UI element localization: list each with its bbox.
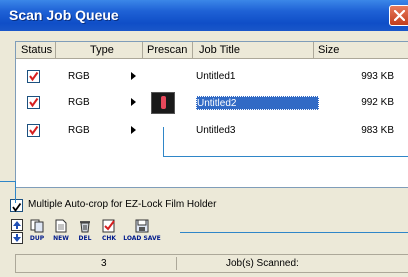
title-bar[interactable]: Scan Job Queue <box>0 0 408 31</box>
close-button[interactable] <box>389 5 408 26</box>
load-save-button-label: LOAD SAVE <box>123 235 161 242</box>
column-header-size[interactable]: Size <box>314 42 408 59</box>
check-mark-icon <box>29 71 39 82</box>
scan-job-queue-window: Scan Job Queue Status Type Prescan Job T… <box>0 0 408 277</box>
prescan-image-figure <box>161 96 166 109</box>
job-status-checkbox[interactable] <box>27 70 40 83</box>
expand-arrow-icon[interactable] <box>131 98 136 106</box>
arrow-up-icon <box>11 219 23 231</box>
expand-arrow-icon[interactable] <box>131 72 136 80</box>
column-header-job-title-label: Job Title <box>199 44 240 56</box>
multiple-autocrop-checkbox[interactable] <box>10 199 23 213</box>
check-mark-icon <box>29 97 39 108</box>
job-type: RGB <box>68 97 90 108</box>
table-row[interactable]: RGB Untitled1 993 KB <box>16 66 408 88</box>
job-title-selected[interactable]: Untitled2 <box>196 96 319 110</box>
table-row[interactable]: RGB Untitled2 992 KB <box>16 92 408 114</box>
job-type: RGB <box>68 71 90 82</box>
load-save-icon <box>135 219 149 233</box>
new-job-button-label: NEW <box>53 235 69 242</box>
jobs-scanned-count: 3 <box>101 258 107 269</box>
callout-line <box>163 156 408 157</box>
table-row[interactable]: RGB Untitled3 983 KB <box>16 120 408 142</box>
check-mark-icon <box>29 125 39 136</box>
column-header-prescan[interactable]: Prescan <box>143 42 193 59</box>
status-divider <box>176 257 177 270</box>
duplicate-button-label: DUP <box>29 235 45 242</box>
job-size: 992 KB <box>361 97 394 108</box>
job-type: RGB <box>68 125 90 136</box>
column-header-status[interactable]: Status <box>16 42 56 59</box>
window-title: Scan Job Queue <box>9 7 119 23</box>
prescan-thumbnail[interactable] <box>151 92 175 114</box>
arrow-down-icon <box>11 232 23 244</box>
job-list[interactable]: Status Type Prescan Job Title Size RGB U… <box>15 41 408 188</box>
expand-arrow-icon[interactable] <box>131 126 136 134</box>
job-size: 983 KB <box>361 125 394 136</box>
check-button-label: CHK <box>101 235 117 242</box>
job-status-checkbox[interactable] <box>27 96 40 109</box>
load-save-button[interactable]: LOAD SAVE <box>122 218 162 244</box>
callout-line <box>163 127 164 156</box>
column-header-prescan-label: Prescan <box>147 44 188 56</box>
job-title[interactable]: Untitled3 <box>196 124 235 138</box>
job-toolbar: DUP NEW DEL CHK LOAD SAVE <box>10 218 210 244</box>
new-document-icon <box>55 219 67 233</box>
status-bar: 3 Job(s) Scanned: <box>15 254 408 273</box>
job-size: 993 KB <box>361 71 394 82</box>
delete-button-label: DEL <box>78 235 92 242</box>
column-header-type-label: Type <box>90 44 114 56</box>
jobs-scanned-label: Job(s) Scanned: <box>226 258 299 269</box>
callout-line <box>180 232 408 233</box>
job-status-checkbox[interactable] <box>27 124 40 137</box>
callout-line <box>15 181 16 203</box>
duplicate-button[interactable]: DUP <box>26 218 48 244</box>
trash-icon <box>80 221 90 233</box>
job-title[interactable]: Untitled1 <box>196 70 235 84</box>
column-header-job-title[interactable]: Job Title <box>193 42 314 59</box>
callout-line <box>0 181 15 182</box>
close-icon <box>394 10 405 21</box>
column-header-type[interactable]: Type <box>56 42 143 59</box>
move-up-button[interactable] <box>10 218 24 244</box>
column-header-size-label: Size <box>318 44 340 56</box>
column-header-status-label: Status <box>21 44 53 56</box>
new-job-button[interactable]: NEW <box>50 218 72 244</box>
check-button[interactable]: CHK <box>98 218 120 244</box>
check-mark-icon <box>12 202 22 213</box>
duplicate-icon <box>30 219 44 233</box>
check-icon <box>102 219 115 233</box>
multiple-autocrop-label: Multiple Auto-crop for EZ-Lock Film Hold… <box>28 199 217 210</box>
delete-button[interactable]: DEL <box>74 218 96 244</box>
